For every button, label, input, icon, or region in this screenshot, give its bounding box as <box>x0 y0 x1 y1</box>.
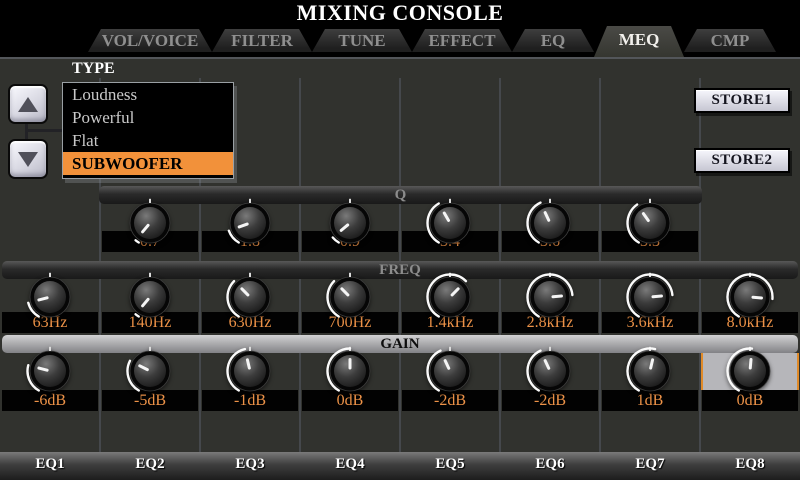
gain-knob-eq8[interactable] <box>725 346 775 396</box>
channel-label-eq1: EQ1 <box>0 456 100 473</box>
store2-button[interactable]: STORE2 <box>694 148 790 173</box>
selector-connector-horizontal <box>25 129 62 132</box>
gain-knob-eq1[interactable] <box>25 346 75 396</box>
channel-label-eq8: EQ8 <box>700 456 800 473</box>
q-knob-eq3[interactable] <box>225 198 275 248</box>
selector-connector-vertical <box>25 124 28 140</box>
q-row-header: Q <box>99 186 702 204</box>
page-title: MIXING CONSOLE <box>0 0 800 27</box>
channel-label-eq3: EQ3 <box>200 456 300 473</box>
gain-knob-eq6[interactable] <box>525 346 575 396</box>
q-knob-eq7[interactable] <box>625 198 675 248</box>
channel-label-eq7: EQ7 <box>600 456 700 473</box>
gain-row-header: GAIN <box>2 335 798 353</box>
gain-knob-eq5[interactable] <box>425 346 475 396</box>
q-knob-eq4[interactable] <box>325 198 375 248</box>
tab-vol-voice[interactable]: VOL/VOICE <box>88 29 212 52</box>
tab-label: VOL/VOICE <box>102 31 199 50</box>
tab-label: MEQ <box>619 30 660 49</box>
tab-label: FILTER <box>231 31 293 50</box>
tab-bar: VOL/VOICE FILTER TUNE EFFECT EQ MEQ CMP <box>88 26 776 57</box>
q-knob-eq2[interactable] <box>125 198 175 248</box>
type-down-button[interactable] <box>8 139 48 179</box>
freq-knob-eq2[interactable] <box>125 272 175 322</box>
tab-effect[interactable]: EFFECT <box>412 29 512 52</box>
triangle-up-icon <box>18 97 38 112</box>
q-knob-eq5[interactable] <box>425 198 475 248</box>
gain-knob-eq4[interactable] <box>325 346 375 396</box>
type-option-loudness[interactable]: Loudness <box>63 83 233 106</box>
type-selector-list: LoudnessPowerfulFlatSUBWOOFER <box>62 82 234 179</box>
tab-label: TUNE <box>338 31 385 50</box>
freq-knob-eq3[interactable] <box>225 272 275 322</box>
freq-knob-eq6[interactable] <box>525 272 575 322</box>
channel-label-eq4: EQ4 <box>300 456 400 473</box>
gain-knob-eq2[interactable] <box>125 346 175 396</box>
freq-knob-eq8[interactable] <box>725 272 775 322</box>
tab-label: EQ <box>541 31 566 50</box>
channel-label-bar: EQ1EQ2EQ3EQ4EQ5EQ6EQ7EQ8 <box>0 452 800 480</box>
freq-knob-eq5[interactable] <box>425 272 475 322</box>
freq-row-header: FREQ <box>2 261 798 279</box>
freq-knob-eq7[interactable] <box>625 272 675 322</box>
type-up-button[interactable] <box>8 84 48 124</box>
channel-label-eq2: EQ2 <box>100 456 200 473</box>
type-option-flat[interactable]: Flat <box>63 129 233 152</box>
mixing-console-screen: MIXING CONSOLE VOL/VOICE FILTER TUNE EFFECT… <box>0 0 800 480</box>
channel-label-eq6: EQ6 <box>500 456 600 473</box>
freq-knob-eq4[interactable] <box>325 272 375 322</box>
type-option-powerful[interactable]: Powerful <box>63 106 233 129</box>
tab-label: CMP <box>711 31 750 50</box>
gain-knob-eq7[interactable] <box>625 346 675 396</box>
type-option-subwoofer[interactable]: SUBWOOFER <box>63 152 233 175</box>
type-selector-label: TYPE <box>72 60 115 78</box>
gain-knob-eq3[interactable] <box>225 346 275 396</box>
store1-button[interactable]: STORE1 <box>694 88 790 113</box>
tab-cmp[interactable]: CMP <box>684 29 776 52</box>
tab-filter[interactable]: FILTER <box>212 29 312 52</box>
channel-label-eq5: EQ5 <box>400 456 500 473</box>
q-knob-eq6[interactable] <box>525 198 575 248</box>
triangle-down-icon <box>18 152 38 167</box>
tab-label: EFFECT <box>428 31 495 50</box>
tab-tune[interactable]: TUNE <box>312 29 412 52</box>
tab-meq[interactable]: MEQ <box>594 26 684 57</box>
freq-knob-eq1[interactable] <box>25 272 75 322</box>
tab-eq[interactable]: EQ <box>512 29 594 52</box>
